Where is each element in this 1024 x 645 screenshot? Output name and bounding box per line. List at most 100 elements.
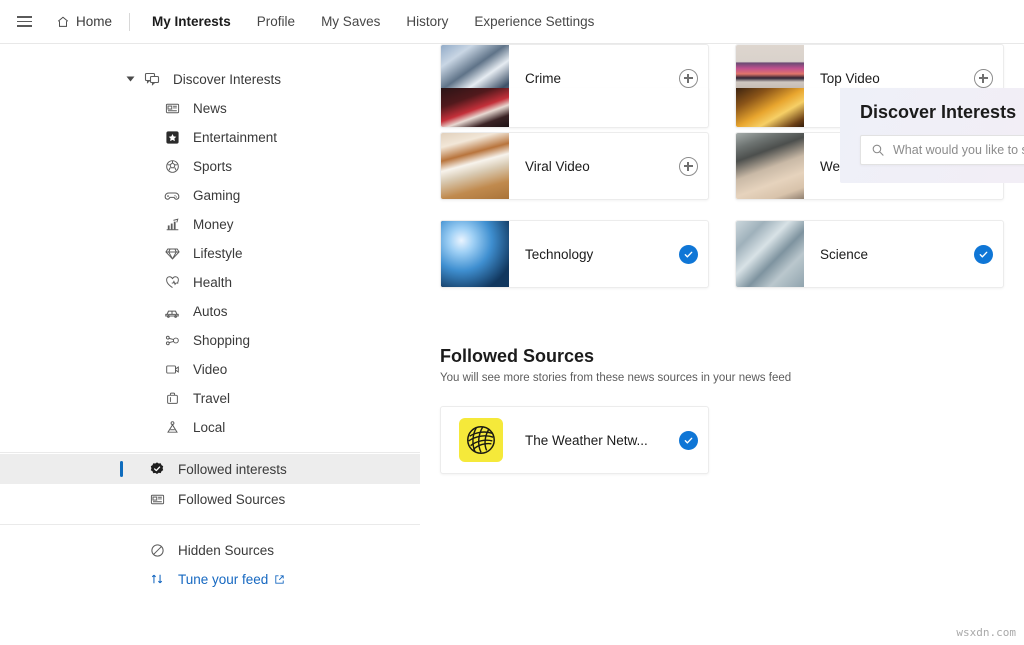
interest-card-technology[interactable]: Technology (440, 220, 709, 288)
follow-toggle[interactable] (668, 244, 708, 264)
followed-sources-title: Followed Sources (440, 346, 595, 366)
discover-panel-title: Discover Interests (860, 102, 1017, 122)
interest-card-label: Top Video (820, 70, 880, 86)
chart-growth-icon (163, 216, 181, 234)
sidebar-item-money[interactable]: Money (0, 210, 420, 239)
follow-toggle[interactable] (963, 68, 1003, 88)
sidebar-item-followed-sources[interactable]: Followed Sources (0, 484, 420, 514)
interest-card-label: Crime (525, 70, 561, 86)
interest-card-label: Viral Video (525, 158, 590, 174)
sidebar-item-video[interactable]: Video (0, 355, 420, 384)
car-icon (163, 303, 181, 321)
sidebar-item-label: Gaming (193, 188, 241, 203)
suitcase-icon (163, 390, 181, 408)
follow-toggle[interactable] (668, 68, 708, 88)
video-icon (163, 361, 181, 379)
sidebar-item-label: Hidden Sources (178, 542, 275, 558)
plus-circle-icon (973, 68, 993, 88)
tune-your-feed-link[interactable]: Tune your feed (0, 565, 420, 593)
sidebar-item-label: Sports (193, 159, 233, 174)
plus-circle-icon (678, 156, 698, 176)
sidebar-item-shopping[interactable]: Shopping (0, 326, 420, 355)
chevron-down-icon (126, 76, 135, 82)
sidebar-item-label: Autos (193, 304, 228, 319)
followed-sources-section: Followed Sources You will see more stori… (440, 288, 1004, 474)
thumbnail-fiber-optics (441, 221, 509, 287)
interest-card-label: Science (820, 246, 869, 262)
search-box[interactable] (860, 135, 1024, 165)
card-partial[interactable] (440, 88, 709, 128)
top-navigation-bar: Home My Interests Profile My Saves Histo… (0, 0, 1024, 44)
gamepad-icon (163, 187, 181, 205)
thumbnail-golden-sunset (736, 88, 804, 127)
nav-home-label: Home (76, 14, 113, 29)
sidebar-item-sports[interactable]: Sports (0, 152, 420, 181)
tab-experience-settings[interactable]: Experience Settings (461, 10, 607, 33)
heart-pulse-icon (163, 274, 181, 292)
thumbnail-red-lips (441, 88, 509, 127)
tab-profile[interactable]: Profile (244, 10, 308, 33)
sidebar-item-label: Lifestyle (193, 246, 243, 261)
nav-divider (129, 12, 131, 31)
source-card-the-weather-network[interactable]: The Weather Netw... (440, 406, 709, 474)
sidebar-item-label: Travel (193, 391, 231, 406)
check-circle-icon (678, 244, 698, 264)
news-icon (163, 100, 181, 118)
sidebar-item-label: Health (193, 275, 233, 290)
nav-home[interactable]: Home (48, 10, 120, 33)
sidebar-item-followed-interests[interactable]: Followed interests (0, 454, 420, 484)
sidebar-item-hidden-sources[interactable]: Hidden Sources (0, 535, 420, 565)
sidebar-item-label: News (193, 101, 227, 116)
thumbnail-lab-glassware (736, 221, 804, 287)
tab-my-interests[interactable]: My Interests (139, 10, 244, 33)
thumbnail-tornado (736, 133, 804, 199)
discover-interests-panel: Discover Interests (840, 88, 1024, 183)
sidebar-group-label: Discover Interests (173, 71, 282, 87)
sports-ball-icon (163, 158, 181, 176)
external-link-icon (274, 574, 285, 585)
tab-history[interactable]: History (393, 10, 461, 33)
sidebar-item-label: Money (193, 217, 234, 232)
interest-card-viral-video[interactable]: Viral Video (440, 132, 709, 200)
follow-toggle[interactable] (963, 244, 1003, 264)
page-body: Discover Interests News Entertainment Sp… (0, 44, 1024, 645)
watermark: wsxdn.com (956, 626, 1016, 639)
thumbnail-dog (441, 133, 509, 199)
discover-interests-icon (143, 70, 161, 88)
sidebar-item-lifestyle[interactable]: Lifestyle (0, 239, 420, 268)
interest-card-science[interactable]: Science (735, 220, 1004, 288)
sidebar-item-local[interactable]: Local (0, 413, 420, 442)
sidebar-group-discover-interests[interactable]: Discover Interests (0, 64, 420, 94)
sidebar-item-entertainment[interactable]: Entertainment (0, 123, 420, 152)
location-person-icon (163, 419, 181, 437)
search-input[interactable] (893, 143, 1024, 157)
sidebar-item-label: Followed Sources (178, 491, 286, 507)
shopping-tag-icon (163, 332, 181, 350)
star-icon (163, 129, 181, 147)
sort-arrows-icon (148, 570, 166, 588)
followed-sources-subtitle: You will see more stories from these new… (440, 372, 792, 384)
sidebar-tools-section: Hidden Sources Tune your feed (0, 524, 420, 593)
sidebar-item-health[interactable]: Health (0, 268, 420, 297)
hamburger-icon[interactable] (10, 8, 38, 36)
sidebar-item-travel[interactable]: Travel (0, 384, 420, 413)
check-circle-icon (973, 244, 993, 264)
sidebar: Discover Interests News Entertainment Sp… (0, 44, 420, 645)
interest-card-label: Technology (525, 246, 594, 262)
tab-my-saves[interactable]: My Saves (308, 10, 393, 33)
sidebar-item-label: Entertainment (193, 130, 278, 145)
follow-toggle[interactable] (668, 156, 708, 176)
sidebar-item-autos[interactable]: Autos (0, 297, 420, 326)
diamond-icon (163, 245, 181, 263)
main-content: Crime Top Video Viral Video Technology S… (420, 44, 1024, 645)
follow-toggle[interactable] (668, 430, 708, 450)
weather-network-logo (459, 418, 503, 462)
tune-your-feed-label: Tune your feed (178, 571, 269, 587)
check-badge-icon (148, 460, 166, 478)
search-icon (871, 143, 885, 157)
block-icon (148, 541, 166, 559)
sidebar-item-gaming[interactable]: Gaming (0, 181, 420, 210)
news-icon (148, 490, 166, 508)
followed-sources-grid: The Weather Netw... (440, 406, 1004, 474)
sidebar-item-news[interactable]: News (0, 94, 420, 123)
